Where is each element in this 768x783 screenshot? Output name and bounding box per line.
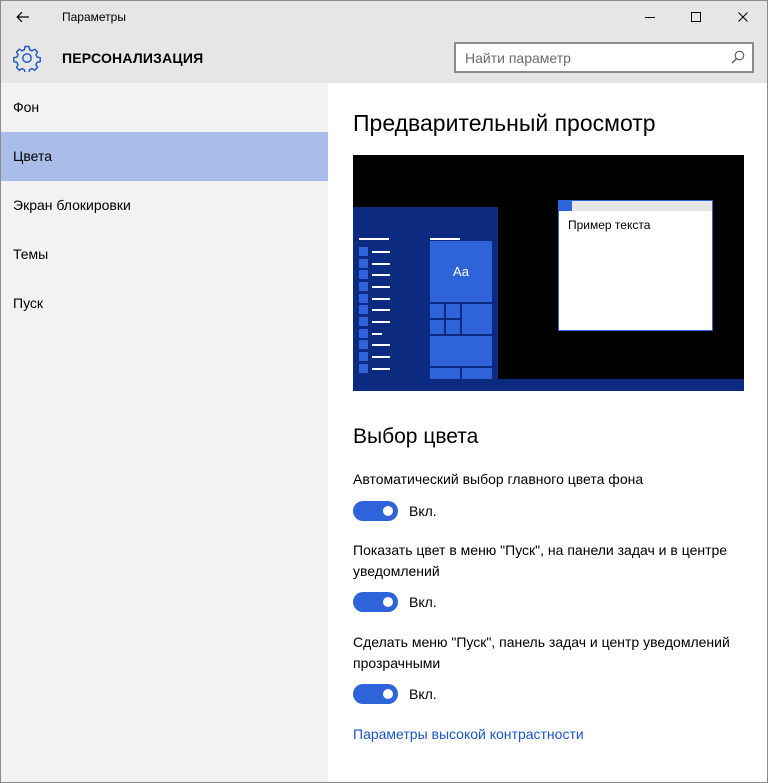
preview-menu-line (372, 298, 390, 300)
sidebar-item-colors[interactable]: Цвета (1, 132, 328, 181)
maximize-icon (691, 11, 701, 22)
preview-tile (446, 304, 460, 318)
preview-tile (430, 336, 492, 366)
preview-app-icon (359, 305, 368, 314)
preview-app-icon (359, 270, 368, 279)
main-content: Предварительный просмотр Aa Пример текст… (328, 83, 767, 782)
gear-icon (13, 45, 41, 72)
transparency-state: Вкл. (409, 686, 437, 702)
title-bar: Параметры (1, 1, 767, 32)
setting-transparency-label: Сделать меню "Пуск", панель задач и цент… (353, 634, 730, 671)
preview-app-icon (359, 294, 368, 303)
search-input[interactable] (465, 49, 715, 67)
minimize-icon (645, 16, 655, 18)
preview-app-icon (359, 340, 368, 349)
toggle-knob (383, 597, 393, 607)
show-color-toggle[interactable] (353, 592, 398, 612)
auto-accent-state: Вкл. (409, 503, 437, 519)
sidebar: Фон Цвета Экран блокировки Темы Пуск (1, 83, 328, 782)
color-heading: Выбор цвета (353, 425, 479, 448)
preview-tile (462, 368, 492, 379)
close-icon (738, 11, 748, 22)
preview-tile (446, 320, 460, 334)
setting-auto-accent-label: Автоматический выбор главного цвета фона (353, 471, 644, 487)
color-preview: Aa Пример текста (353, 155, 744, 391)
preview-sample-text: Пример текста (568, 218, 651, 232)
preview-tile (462, 304, 492, 334)
transparency-toggle[interactable] (353, 684, 398, 704)
preview-taskbar (353, 379, 744, 391)
preview-heading: Предварительный просмотр (353, 110, 656, 136)
preview-menu-line (372, 309, 390, 311)
preview-menu-line (372, 356, 390, 358)
page-header: ПЕРСОНАЛИЗАЦИЯ (1, 32, 767, 83)
preview-tile (430, 368, 460, 379)
preview-app-icon (359, 247, 368, 256)
arrow-left-icon (16, 11, 29, 22)
preview-tile (430, 304, 444, 318)
preview-app-icon (359, 364, 368, 373)
preview-app-icon (359, 317, 368, 326)
preview-menu-line (430, 238, 460, 240)
window-title: Параметры (62, 10, 126, 24)
sidebar-item-label: Пуск (13, 295, 44, 311)
preview-menu-line (372, 251, 390, 253)
toggle-knob (383, 689, 393, 699)
preview-tile (430, 320, 444, 334)
high-contrast-link[interactable]: Параметры высокой контрастности (353, 726, 584, 742)
sidebar-item-background[interactable]: Фон (1, 83, 328, 132)
preview-menu-line (372, 274, 390, 276)
show-color-state: Вкл. (409, 594, 437, 610)
minimize-button[interactable] (627, 1, 673, 32)
preview-tile-large: Aa (430, 241, 492, 302)
sidebar-item-label: Темы (13, 246, 49, 262)
sidebar-item-themes[interactable]: Темы (1, 230, 328, 279)
preview-app-icon (359, 329, 368, 338)
close-button[interactable] (720, 1, 766, 32)
sidebar-item-label: Экран блокировки (13, 197, 131, 213)
sidebar-item-label: Цвета (13, 148, 52, 164)
preview-app-icon (359, 282, 368, 291)
toggle-knob (383, 506, 393, 516)
setting-show-color-label: Показать цвет в меню "Пуск", на панели з… (353, 542, 728, 579)
preview-sample-window: Пример текста (558, 200, 713, 331)
preview-menu-line (372, 321, 390, 323)
sidebar-item-label: Фон (13, 99, 40, 115)
preview-menu-line (372, 286, 390, 288)
maximize-button[interactable] (673, 1, 719, 32)
preview-window-titlebar (559, 201, 712, 211)
preview-start-menu: Aa (353, 207, 498, 379)
sidebar-item-lock-screen[interactable]: Экран блокировки (1, 181, 328, 230)
preview-app-icon (359, 259, 368, 268)
preview-menu-line (372, 333, 382, 335)
preview-menu-line (372, 368, 390, 370)
sidebar-item-start[interactable]: Пуск (1, 279, 328, 328)
page-title: ПЕРСОНАЛИЗАЦИЯ (62, 50, 204, 66)
preview-app-icon (359, 352, 368, 361)
search-icon[interactable] (730, 49, 746, 65)
preview-menu-line (359, 238, 389, 240)
preview-tile-label: Aa (453, 264, 469, 279)
auto-accent-toggle[interactable] (353, 501, 398, 521)
preview-menu-line (372, 344, 390, 346)
preview-menu-line (372, 263, 390, 265)
preview-window-accent (559, 201, 572, 211)
back-button[interactable] (1, 1, 45, 32)
settings-window: Параметры ПЕРСОНАЛИЗАЦИЯ Найти параметр … (0, 0, 768, 783)
search-box[interactable] (454, 42, 754, 73)
